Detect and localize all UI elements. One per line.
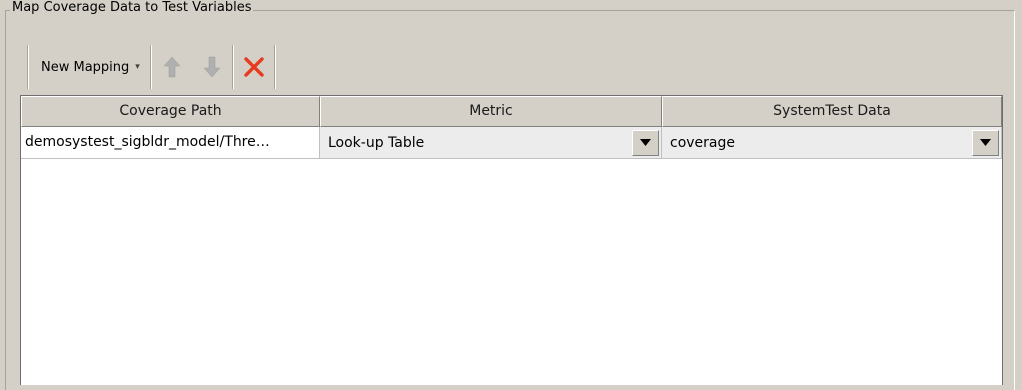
systemtest-data-dropdown[interactable]: coverage xyxy=(662,127,1002,159)
toolbar-separator xyxy=(273,45,276,89)
metric-dropdown[interactable]: Look-up Table xyxy=(320,127,662,159)
chevron-down-icon xyxy=(640,139,651,146)
metric-value: Look-up Table xyxy=(328,134,425,151)
metric-dropdown-button[interactable] xyxy=(632,129,659,156)
coverage-path-cell[interactable]: demosystest_sigbldr_model/Thre… xyxy=(21,127,320,159)
groupbox-title: Map Coverage Data to Test Variables xyxy=(10,0,254,16)
mapping-table: Coverage Path Metric SystemTest Data dem… xyxy=(20,95,1003,385)
systemtest-data-dropdown-button[interactable] xyxy=(972,129,999,156)
systemtest-data-value: coverage xyxy=(670,134,735,151)
table-row[interactable]: demosystest_sigbldr_model/Thre… Look-up … xyxy=(21,127,1002,159)
new-mapping-label: New Mapping xyxy=(41,59,130,75)
mapping-toolbar: New Mapping ▾ xyxy=(27,44,276,90)
arrow-up-icon xyxy=(163,56,181,78)
column-header-metric[interactable]: Metric xyxy=(320,96,662,127)
column-header-coverage-path[interactable]: Coverage Path xyxy=(21,96,320,127)
table-header: Coverage Path Metric SystemTest Data xyxy=(21,96,1002,127)
new-mapping-button[interactable]: New Mapping ▾ xyxy=(29,47,150,87)
column-header-systemtest-data[interactable]: SystemTest Data xyxy=(662,96,1002,127)
move-down-button[interactable] xyxy=(192,47,232,87)
move-up-button[interactable] xyxy=(152,47,192,87)
arrow-down-icon xyxy=(203,56,221,78)
delete-mapping-button[interactable] xyxy=(234,47,274,87)
chevron-down-icon: ▾ xyxy=(135,62,140,72)
chevron-down-icon xyxy=(980,139,991,146)
delete-x-icon xyxy=(244,57,264,77)
